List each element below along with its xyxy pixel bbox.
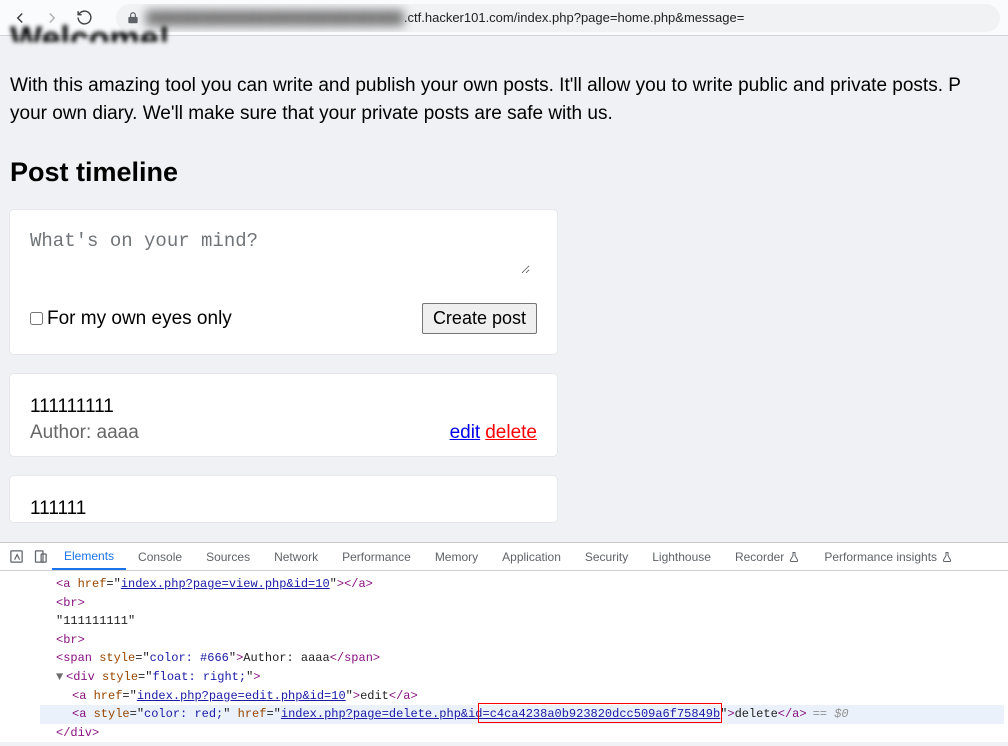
dom-line[interactable]: ▼<div style="float: right;"> — [40, 668, 1004, 687]
private-checkbox-label[interactable]: For my own eyes only — [30, 308, 232, 330]
highlight-box — [478, 703, 722, 723]
inspect-icon[interactable] — [4, 549, 28, 564]
tab-application[interactable]: Application — [490, 543, 573, 570]
edit-link[interactable]: edit — [450, 422, 481, 443]
flask-icon — [788, 551, 800, 563]
post-title: 111111111 — [30, 396, 537, 418]
dom-line[interactable]: <br> — [40, 631, 1004, 650]
tab-recorder[interactable]: Recorder — [723, 543, 812, 570]
intro-text: With this amazing tool you can write and… — [10, 72, 998, 127]
dom-line-selected[interactable]: <a style="color: red;" href="index.php?p… — [40, 705, 1004, 724]
delete-link[interactable]: delete — [485, 422, 537, 443]
post-title: 111111 — [30, 498, 537, 520]
post-card-2: 111111 — [10, 476, 557, 522]
timeline-heading: Post timeline — [10, 157, 998, 188]
tab-memory[interactable]: Memory — [423, 543, 490, 570]
flask-icon — [941, 551, 953, 563]
tab-network[interactable]: Network — [262, 543, 330, 570]
tab-security[interactable]: Security — [573, 543, 640, 570]
post-card-1: 111111111 Author: aaaa edit delete — [10, 374, 557, 456]
intro-line-2: your own diary. We'll make sure that you… — [10, 103, 613, 124]
dom-line[interactable]: <br> — [40, 594, 1004, 613]
tab-lighthouse[interactable]: Lighthouse — [640, 543, 723, 570]
intro-line-1: With this amazing tool you can write and… — [10, 75, 961, 96]
post-textarea[interactable] — [30, 230, 530, 274]
tab-perf-insights[interactable]: Performance insights — [812, 543, 965, 570]
devtools-tabs: Elements Console Sources Network Perform… — [0, 543, 1008, 571]
private-checkbox[interactable] — [30, 312, 43, 325]
tab-console[interactable]: Console — [126, 543, 194, 570]
welcome-heading-cut: Welcome! — [10, 22, 998, 42]
devtools-panel: Elements Console Sources Network Perform… — [0, 542, 1008, 742]
tab-performance[interactable]: Performance — [330, 543, 423, 570]
post-actions: edit delete — [450, 422, 537, 444]
dom-line[interactable]: "111111111" — [40, 612, 1004, 631]
dom-line[interactable]: <span style="color: #666">Author: aaaa</… — [40, 649, 1004, 668]
page-content: Welcome! With this amazing tool you can … — [0, 22, 1008, 522]
selected-indicator: == $0 — [813, 707, 849, 721]
create-post-button[interactable]: Create post — [422, 303, 537, 334]
devtools-dom-tree[interactable]: <a href="index.php?page=view.php&id=10">… — [0, 571, 1008, 746]
tab-elements[interactable]: Elements — [52, 543, 126, 570]
tab-sources[interactable]: Sources — [194, 543, 262, 570]
private-label-text: For my own eyes only — [47, 308, 232, 330]
post-author: Author: aaaa — [30, 422, 139, 444]
dom-line[interactable]: <a href="index.php?page=view.php&id=10">… — [40, 575, 1004, 594]
device-toggle-icon[interactable] — [28, 549, 52, 564]
composer-card: For my own eyes only Create post — [10, 210, 557, 354]
dom-line[interactable]: </div> — [40, 724, 1004, 743]
